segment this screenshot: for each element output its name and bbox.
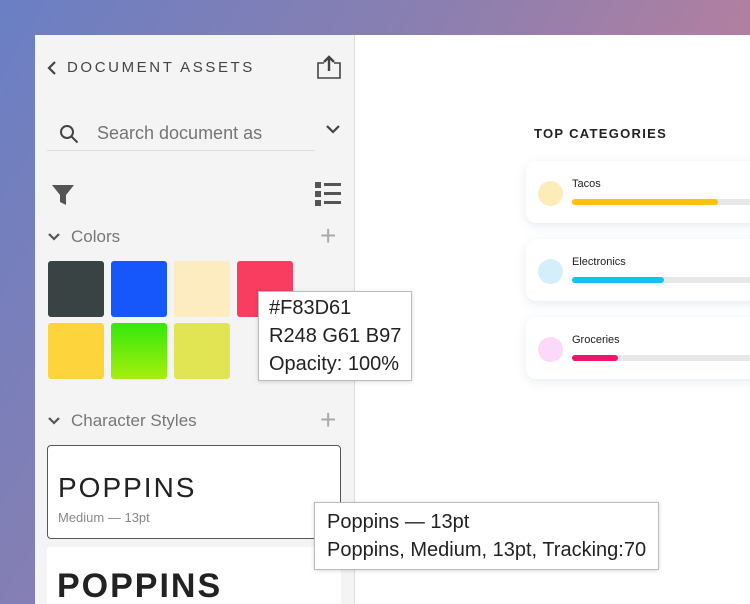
category-dot — [538, 337, 563, 362]
chevron-left-icon — [47, 60, 56, 75]
tooltip-opacity: Opacity: 100% — [269, 353, 400, 375]
character-styles-section-label: Character Styles — [71, 411, 197, 430]
style-name: POPPINS — [58, 472, 197, 503]
tooltip-style-line1: Poppins — 13pt — [327, 511, 470, 533]
color-swatch[interactable] — [111, 323, 167, 379]
character-styles-section-toggle[interactable]: Character Styles — [47, 411, 197, 431]
share-icon[interactable] — [316, 54, 342, 80]
colors-section-label: Colors — [71, 227, 121, 246]
back-button[interactable]: DOCUMENT ASSETS — [47, 59, 255, 76]
category-progress-track — [572, 277, 750, 283]
category-progress-fill — [572, 199, 718, 205]
filter-icon[interactable] — [51, 183, 75, 207]
character-style-card[interactable]: POPPINS — [47, 547, 341, 604]
color-swatch[interactable] — [48, 323, 104, 379]
color-swatch[interactable] — [48, 261, 104, 317]
category-label: Electronics — [572, 256, 626, 268]
color-tooltip: #F83D61 R248 G61 B97 Opacity: 100% — [258, 291, 413, 381]
chevron-down-icon — [48, 417, 60, 425]
search-icon — [60, 124, 79, 143]
category-dot — [538, 259, 563, 284]
category-card: Electronics — [526, 239, 750, 301]
category-card: Tacos — [526, 161, 750, 223]
style-tooltip: Poppins — 13pt Poppins, Medium, 13pt, Tr… — [314, 502, 660, 570]
category-progress-fill — [572, 277, 664, 283]
chevron-down-icon[interactable] — [325, 123, 341, 135]
category-label: Tacos — [572, 178, 601, 190]
add-character-style-button[interactable]: + — [320, 406, 336, 434]
category-progress-track — [572, 355, 750, 361]
style-name: POPPINS — [57, 567, 223, 604]
category-label: Groceries — [572, 334, 620, 346]
tooltip-style-line2: Poppins, Medium, 13pt, Tracking:70 — [327, 539, 647, 561]
style-detail: Medium — 13pt — [58, 510, 150, 525]
colors-section-toggle[interactable]: Colors — [47, 227, 120, 247]
search-field[interactable] — [47, 117, 315, 151]
search-input[interactable] — [97, 123, 282, 144]
color-swatch[interactable] — [174, 323, 230, 379]
character-style-card[interactable]: POPPINS Medium — 13pt — [47, 445, 341, 539]
color-swatch[interactable] — [174, 261, 230, 317]
category-progress-fill — [572, 355, 618, 361]
category-card: Groceries — [526, 317, 750, 379]
tooltip-rgb: R248 G61 B97 — [269, 325, 402, 347]
category-dot — [538, 181, 563, 206]
top-categories-title: TOP CATEGORIES — [534, 126, 668, 141]
tooltip-hex: #F83D61 — [269, 297, 352, 319]
color-swatch[interactable] — [111, 261, 167, 317]
chevron-down-icon — [48, 233, 60, 241]
panel-title: DOCUMENT ASSETS — [67, 59, 255, 76]
list-view-icon[interactable] — [315, 182, 341, 206]
category-progress-track — [572, 199, 750, 205]
add-color-button[interactable]: + — [320, 222, 336, 250]
